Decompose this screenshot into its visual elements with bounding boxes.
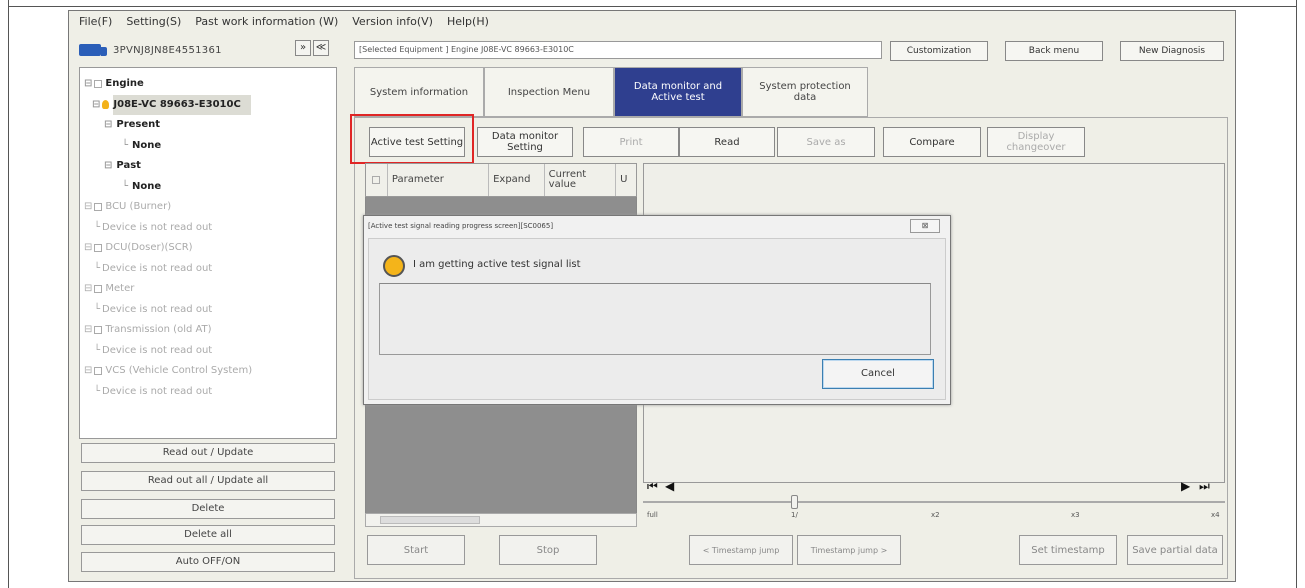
customization-button[interactable]: Customization	[890, 41, 988, 61]
grid-header: Parameter Expand Current value U	[365, 163, 637, 197]
scale-label: x2	[931, 511, 940, 519]
scale-label: x3	[1071, 511, 1080, 519]
truck-icon	[79, 44, 107, 56]
folder-icon	[94, 326, 103, 335]
scroll-thumb[interactable]	[380, 516, 480, 524]
tree-item-status: └ Device is not read out	[94, 303, 213, 315]
tab-system-information[interactable]: System information	[354, 67, 484, 117]
compare-button[interactable]: Compare	[883, 127, 981, 157]
tree-item-status: └ Device is not read out	[94, 385, 213, 397]
timestamp-jump-back-button[interactable]: < Timestamp jump	[689, 535, 793, 565]
outer-border	[1296, 0, 1297, 588]
tab-bar: System information Inspection Menu Data …	[354, 67, 868, 117]
vehicle-header: 3PVNJ8JN8E4551361 » ≪	[79, 37, 347, 63]
vin-label: 3PVNJ8JN8E4551361	[113, 44, 222, 56]
highlight-box	[350, 114, 474, 164]
save-as-button[interactable]: Save as	[777, 127, 875, 157]
col-expand[interactable]: Expand	[489, 164, 545, 196]
delete-all-button[interactable]: Delete all	[81, 525, 335, 545]
read-button[interactable]: Read	[679, 127, 775, 157]
print-button[interactable]: Print	[583, 127, 679, 157]
new-diagnosis-button[interactable]: New Diagnosis	[1120, 41, 1224, 61]
cancel-button[interactable]: Cancel	[822, 359, 934, 389]
start-button[interactable]: Start	[367, 535, 465, 565]
scale-label: x4	[1211, 511, 1220, 519]
bulb-icon	[102, 100, 110, 110]
step-forward-icon[interactable]: ▶	[1181, 479, 1190, 493]
horizontal-scrollbar[interactable]	[365, 513, 637, 527]
data-monitor-setting-button[interactable]: Data monitor Setting	[477, 127, 573, 157]
expand-button[interactable]: »	[295, 40, 311, 56]
outer-border	[8, 0, 9, 588]
tree-item-status: └ Device is not read out	[94, 344, 213, 356]
tab-system-protection-data[interactable]: System protection data	[742, 67, 868, 117]
jump-start-icon[interactable]: ⏮	[647, 479, 658, 494]
tree-item-past[interactable]: ⊟ Past	[84, 156, 332, 177]
progress-dialog: [Active test signal reading progress scr…	[363, 215, 951, 405]
folder-icon	[94, 367, 103, 376]
auto-off-on-button[interactable]: Auto OFF/ON	[81, 552, 335, 572]
outer-border	[8, 6, 1297, 7]
folder-icon	[94, 244, 103, 253]
menu-setting[interactable]: Setting(S)	[126, 15, 181, 29]
col-parameter[interactable]: Parameter	[388, 164, 490, 196]
collapse-button[interactable]: ≪	[313, 40, 329, 56]
folder-icon	[94, 285, 103, 294]
tree-item-engine[interactable]: ⊟ Engine	[84, 74, 332, 95]
menu-file[interactable]: File(F)	[79, 15, 112, 29]
tab-inspection-menu[interactable]: Inspection Menu	[484, 67, 614, 117]
menu-past-work[interactable]: Past work information (W)	[195, 15, 338, 29]
tree-item-meter[interactable]: ⊟ Meter	[84, 279, 332, 300]
timeline-controls: ⏮ ◀ ▶ ⏭	[643, 477, 1225, 497]
scale-label: 1/	[791, 511, 798, 519]
tree-item-none: └ None	[122, 139, 162, 151]
tree-item-dcu[interactable]: ⊟ DCU(Doser)(SCR)	[84, 238, 332, 259]
timestamp-jump-forward-button[interactable]: Timestamp jump >	[797, 535, 901, 565]
select-all-checkbox[interactable]	[366, 164, 388, 196]
zoom-slider-track[interactable]	[643, 501, 1225, 503]
signal-list	[379, 283, 931, 355]
status-circle-icon	[383, 255, 405, 277]
back-menu-button[interactable]: Back menu	[1005, 41, 1103, 61]
dialog-message: I am getting active test signal list	[413, 259, 581, 270]
display-changeover-button[interactable]: Display changeover	[987, 127, 1085, 157]
menu-bar: File(F) Setting(S) Past work information…	[69, 11, 1235, 33]
col-unit[interactable]: U	[616, 164, 636, 196]
set-timestamp-button[interactable]: Set timestamp	[1019, 535, 1117, 565]
read-out-update-button[interactable]: Read out / Update	[81, 443, 335, 463]
step-back-icon[interactable]: ◀	[665, 479, 674, 493]
close-icon[interactable]: ⊠	[910, 219, 940, 233]
tree-item-status: └ Device is not read out	[94, 221, 213, 233]
tree-item-vcs[interactable]: ⊟ VCS (Vehicle Control System)	[84, 361, 332, 382]
equipment-tree: ⊟ Engine ⊟ J08E-VC 89663-E3010C ⊟ Present └…	[79, 67, 337, 439]
tree-item-present[interactable]: ⊟ Present	[84, 115, 332, 136]
jump-end-icon[interactable]: ⏭	[1199, 479, 1210, 494]
tree-item-ecu[interactable]: ⊟ J08E-VC 89663-E3010C	[84, 94, 332, 115]
zoom-slider-thumb[interactable]	[791, 495, 798, 509]
tree-item-transmission[interactable]: ⊟ Transmission (old AT)	[84, 320, 332, 341]
read-out-all-button[interactable]: Read out all / Update all	[81, 471, 335, 491]
app-window: File(F) Setting(S) Past work information…	[68, 10, 1236, 582]
dialog-body: I am getting active test signal list Can…	[368, 238, 946, 400]
tree-item-bcu[interactable]: ⊟ BCU (Burner)	[84, 197, 332, 218]
dialog-title: [Active test signal reading progress scr…	[368, 222, 554, 230]
col-current-value[interactable]: Current value	[545, 164, 617, 196]
tree-item-none: └ None	[122, 180, 162, 192]
tree-item-status: └ Device is not read out	[94, 262, 213, 274]
delete-button[interactable]: Delete	[81, 499, 335, 519]
menu-version[interactable]: Version info(V)	[352, 15, 433, 29]
tab-data-monitor-active-test[interactable]: Data monitor and Active test	[614, 67, 742, 117]
save-partial-data-button[interactable]: Save partial data	[1127, 535, 1223, 565]
selected-equipment-label: [Selected Equipment ] Engine J08E-VC 896…	[354, 41, 882, 59]
folder-icon	[94, 80, 103, 89]
stop-button[interactable]: Stop	[499, 535, 597, 565]
menu-help[interactable]: Help(H)	[447, 15, 489, 29]
scale-label: full	[647, 511, 658, 519]
folder-icon	[94, 203, 103, 212]
